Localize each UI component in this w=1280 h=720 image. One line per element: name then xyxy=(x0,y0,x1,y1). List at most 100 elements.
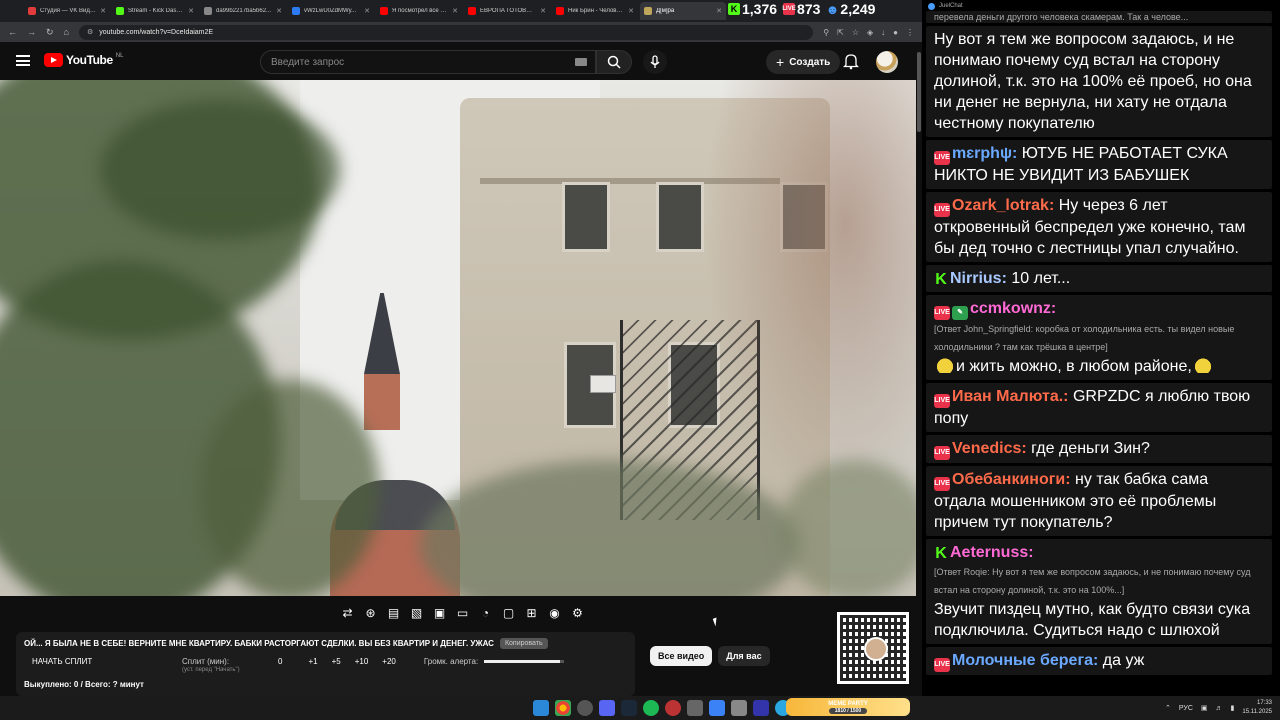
alert-volume-label: Громк. алерта: xyxy=(423,657,479,666)
chat-username[interactable]: mɛrphψ: xyxy=(952,145,1017,162)
film-icon[interactable]: ▧ xyxy=(407,603,426,622)
increment-button[interactable]: +5 xyxy=(332,657,341,666)
discord-icon[interactable] xyxy=(599,700,615,716)
steam-icon[interactable] xyxy=(621,700,637,716)
kick-icon: K xyxy=(728,3,740,15)
chat-username[interactable]: Venedics: xyxy=(952,440,1027,457)
search-icon xyxy=(607,55,621,69)
profile-icon[interactable]: ● xyxy=(893,28,898,37)
split-minutes-input[interactable]: 0 xyxy=(278,657,282,666)
chat-username[interactable]: Ozark_lotrak: xyxy=(952,197,1054,214)
clock[interactable]: 17:33 15.11.2025 xyxy=(1242,699,1272,717)
create-button[interactable]: + Создать xyxy=(766,50,841,74)
chat-username[interactable]: Иван Малюта.: xyxy=(952,388,1069,405)
theater-icon[interactable]: ▭ xyxy=(453,603,472,622)
loop-icon[interactable]: ⇄ xyxy=(338,603,357,622)
zoom-icon[interactable]: ⚲ xyxy=(823,28,829,37)
chat-username[interactable]: Aeternuss: xyxy=(950,544,1034,561)
search-input[interactable]: Введите запрос xyxy=(260,50,596,74)
tab-close-icon[interactable]: ✕ xyxy=(628,7,634,15)
start-windows-icon[interactable] xyxy=(533,700,549,716)
system-tray: ⌃ РУС ▣ ♬ ▮ 17:33 15.11.2025 xyxy=(1165,699,1272,717)
app-icon[interactable] xyxy=(753,700,769,716)
alert-volume-slider[interactable] xyxy=(484,660,565,663)
browser-tab[interactable]: Д[м]ра ✕ xyxy=(640,2,726,20)
chat-username[interactable]: Обебанкиноги: xyxy=(952,471,1071,488)
obs-icon[interactable] xyxy=(577,700,593,716)
language-indicator[interactable]: РУС xyxy=(1179,705,1193,712)
site-info-icon[interactable]: ⚙ xyxy=(87,28,93,36)
tab-close-icon[interactable]: ✕ xyxy=(364,7,370,15)
browser-tab[interactable]: ЕВРОПА ГОТОВИТ... ✕ xyxy=(464,2,550,20)
network-icon[interactable]: ▣ xyxy=(1201,704,1208,712)
extensions-icon[interactable]: ◈ xyxy=(867,28,873,37)
copy-button[interactable]: Копировать xyxy=(499,638,548,649)
reload-icon[interactable]: ↻ xyxy=(46,27,54,38)
app-icon[interactable] xyxy=(687,700,703,716)
chip-all-videos[interactable]: Все видео xyxy=(650,646,713,666)
bookmark-icon[interactable]: ☆ xyxy=(852,28,859,37)
volume-icon[interactable]: ♬ xyxy=(1216,705,1223,712)
video-player[interactable] xyxy=(0,80,916,596)
chat-message: LIVE Молочные берега: да уж xyxy=(926,647,1272,675)
home-icon[interactable]: ⌂ xyxy=(64,27,69,37)
chip-for-you[interactable]: Для вас xyxy=(718,646,770,666)
tab-close-icon[interactable]: ✕ xyxy=(452,7,458,15)
increment-button[interactable]: +20 xyxy=(382,657,396,666)
search-button[interactable] xyxy=(596,50,632,74)
air-conditioner xyxy=(590,375,616,393)
youtube-logo[interactable]: YouTube NL xyxy=(44,53,123,67)
start-split-button[interactable]: НАЧАТЬ СПЛИТ xyxy=(24,657,114,666)
account-avatar[interactable] xyxy=(876,51,898,73)
browser-tab[interactable]: Студия — VK Видео ✕ xyxy=(24,2,110,20)
download-icon[interactable]: ↓ xyxy=(881,28,885,37)
increment-button[interactable]: +10 xyxy=(355,657,369,666)
broadcast-icon[interactable]: ⊛ xyxy=(361,603,380,622)
tab-close-icon[interactable]: ✕ xyxy=(716,7,722,15)
playlist-icon[interactable]: ▤ xyxy=(384,603,403,622)
picture-icon[interactable]: ▣ xyxy=(430,603,449,622)
back-icon[interactable]: ← xyxy=(8,27,17,37)
settings-gear-icon[interactable]: ⚙ xyxy=(568,603,587,622)
chat-username[interactable]: Nirrius: xyxy=(950,270,1007,287)
app-icon[interactable] xyxy=(665,700,681,716)
tab-favicon-icon xyxy=(644,7,652,15)
screenshot-icon[interactable]: ◉ xyxy=(545,603,564,622)
tray-chevron-icon[interactable]: ⌃ xyxy=(1165,704,1171,712)
chrome-icon[interactable] xyxy=(555,700,571,716)
notifications-bell-icon[interactable] xyxy=(843,52,859,70)
chat-message: LIVE mɛrphψ: ЮТУБ НЕ РАБОТАЕТ СУКА НИКТО … xyxy=(926,140,1272,189)
browser-tab[interactable]: da99b2217ba5b62... ✕ xyxy=(200,2,286,20)
increment-button[interactable]: +1 xyxy=(308,657,317,666)
chat-username[interactable]: ccmkownz: xyxy=(970,300,1056,317)
menu-hamburger-icon[interactable] xyxy=(16,55,30,66)
scroll-thumb[interactable] xyxy=(917,52,921,132)
browser-tab[interactable]: Я посмотрел все Х... ✕ xyxy=(376,2,462,20)
tab-close-icon[interactable]: ✕ xyxy=(188,7,194,15)
app-icon[interactable] xyxy=(731,700,747,716)
spotify-icon[interactable] xyxy=(643,700,659,716)
tab-close-icon[interactable]: ✕ xyxy=(540,7,546,15)
fullscreen-icon[interactable]: ▢ xyxy=(499,603,518,622)
keyboard-icon[interactable] xyxy=(575,58,587,66)
battery-icon[interactable]: ▮ xyxy=(1231,704,1235,712)
chat-username[interactable]: Молочные берега: xyxy=(952,652,1098,669)
clock-date: 15.11.2025 xyxy=(1242,709,1272,715)
voice-search-button[interactable] xyxy=(643,50,667,74)
menu-icon[interactable]: ⋮ xyxy=(906,28,914,37)
tab-close-icon[interactable]: ✕ xyxy=(100,7,106,15)
speed-icon[interactable]: ◔ xyxy=(476,603,495,622)
app-icon[interactable] xyxy=(709,700,725,716)
tab-close-icon[interactable]: ✕ xyxy=(276,7,282,15)
browser-tab[interactable]: Ник Брин - Челове... ✕ xyxy=(552,2,638,20)
live-badge-icon: LIVE xyxy=(934,394,950,408)
browser-tab[interactable]: Stream - Kick Dashboard ✕ xyxy=(112,2,198,20)
url-field[interactable]: ⚙ youtube.com/watch?v=DceIdaiam2E xyxy=(78,24,814,40)
blurred-foliage xyxy=(100,100,340,240)
browser-tab[interactable]: vWzLwU0ZdMWy... ✕ xyxy=(288,2,374,20)
live-viewers: 873 xyxy=(797,1,821,17)
live-badge-icon: LIVE xyxy=(934,477,950,491)
share-icon[interactable]: ⇱ xyxy=(837,28,844,37)
forward-icon[interactable]: → xyxy=(27,27,36,37)
add-icon[interactable]: ⊞ xyxy=(522,603,541,622)
